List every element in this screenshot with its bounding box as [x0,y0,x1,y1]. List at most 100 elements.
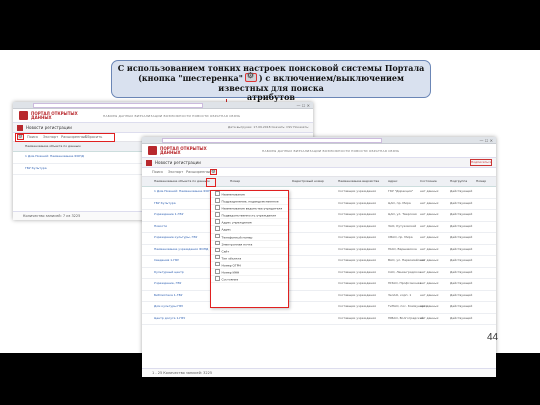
dropdown-item[interactable]: Адрес [211,226,288,234]
row-cell: поставщик учреждения [338,281,376,285]
table-row[interactable]: Сведения 1-ГБУ поставщик учреждения ВАО, у… [142,256,496,268]
row-link[interactable]: Учреждение культуры, ГБУ [154,235,214,239]
callout-line-2: (кнопка "шестеренка") с включением/выклю… [112,71,430,93]
row-cell: Действующий [450,200,473,205]
row-cell: Действующий [450,189,473,193]
footer-bar: 1 - 25 Количество записей: 3225 [142,368,496,377]
row-cell: поставщик учреждения [338,292,376,297]
dataset-icon [17,125,23,131]
row-link[interactable]: ГБУ Культура [154,201,214,205]
row-link[interactable]: Учреждение, ГБУ [154,281,214,285]
dropdown-item[interactable]: Наименование [211,191,288,199]
dropdown-item[interactable]: Адрес учреждения [211,219,288,227]
window-controls[interactable]: — ☐ ✕ [480,138,493,143]
table-row[interactable]: Дом культуры ГБУ поставщик учреждения ТиНА… [142,302,496,314]
dataset-header: Новости регистрации Дата выгрузки: 17.09… [13,123,313,133]
row-link[interactable]: 1 Дом.Нижний: Наименование ФОНД 116 [154,189,214,193]
callout-line-1: С использованием тонких настроек поисков… [117,63,425,73]
table-row[interactable]: Наименование учреждения ФОНД поставщик уч… [142,245,496,256]
toolbar-advanced[interactable]: Расширенный [186,170,212,174]
row-cell: поставщик учреждения [338,189,376,193]
portal-logo-icon[interactable] [148,146,157,155]
column-header[interactable]: Кадастровый номер [292,179,324,183]
browser-bar: — ☐ ✕ [13,102,313,109]
dropdown-item[interactable]: Сайт [211,248,288,255]
portal-header: ПОРТАЛ ОТКРЫТЫХ ДАННЫХ НАБОРЫ ДАННЫХ ВИЗУ… [13,109,313,123]
row-cell: поставщик учреждения [338,200,376,205]
dropdown-item[interactable]: Состояние [211,276,288,284]
row-cell: Действующий [450,304,473,308]
portal-logo-icon[interactable] [19,111,28,120]
gear-icon[interactable]: ⚙ [210,169,217,175]
dropdown-item[interactable]: Номер ОГРН [211,262,288,270]
highlight-toolbar [15,133,115,142]
row-cell: поставщик учреждения [338,235,376,239]
column-header[interactable]: Номер [230,179,240,183]
dropdown-item[interactable]: Подведомственность учреждения [211,212,288,220]
row-cell: Действующий [450,292,473,297]
table-row[interactable]: Учреждение культуры, ГБУ поставщик учрежд… [142,233,496,245]
dropdown-item[interactable]: Номер ИНН [211,269,288,277]
row-cell: Действующий [450,223,473,228]
table-row[interactable]: Новости поставщик учреждения ЗАО, Кутузовс… [142,222,496,233]
table-row[interactable]: 1 Дом.Нижний: Наименование ФОНД 116 поста… [142,187,496,199]
row-link[interactable]: Наименование учреждения ФОНД [154,247,214,251]
row-cell: поставщик учреждения [338,315,376,320]
table-row[interactable]: Учреждение, ГБУ поставщик учреждения ЮЗАО,… [142,279,496,291]
table-row[interactable]: Культурный центр поставщик учреждения САО,… [142,268,496,279]
table-row[interactable]: ГБУ Культура поставщик учреждения ЦАО, пр.… [142,199,496,210]
column-header[interactable]: Подгруппа [450,179,467,183]
row-link[interactable]: Учреждение 1-ГБУ [154,212,214,216]
gear-icon [244,71,257,83]
row-link[interactable]: 1 Дом.Нижний: Наименование ФОНД 116 [25,154,85,158]
column-header[interactable]: Состояние [420,179,437,183]
portal-nav[interactable]: НАБОРЫ ДАННЫХ ВИЗУАЛИЗАЦИИ ВОЗМОЖНОСТИ Н… [262,149,399,153]
dataset-title: Новости регистрации [26,125,72,130]
table-row[interactable]: Учреждение 1-ГБУ поставщик учреждения ЦАО,… [142,210,496,222]
toolbar-export[interactable]: Экспорт [168,170,183,174]
address-bar[interactable] [33,103,203,108]
row-cell: Действующий [450,315,473,320]
toolbar-search[interactable]: Поиск [152,170,163,174]
window-controls[interactable]: — ☐ ✕ [297,103,310,108]
dataset-icon [146,160,152,166]
dropdown-item[interactable]: Наименование ведомства учредителя [211,205,288,213]
portal-header: ПОРТАЛ ОТКРЫТЫХ ДАННЫХ НАБОРЫ ДАННЫХ ВИЗУ… [142,144,496,158]
row-link[interactable]: Дом культуры ГБУ [154,304,214,308]
record-count: Количество записей: 7 из 3225 [23,214,81,218]
row-link[interactable]: Центр досуга 1-ГБУ [154,316,214,320]
row-cell: поставщик учреждения [338,212,376,216]
portal-name: ПОРТАЛ ОТКРЫТЫХ ДАННЫХ [160,146,207,155]
row-link[interactable]: Культурный центр [154,270,214,274]
dropdown-item[interactable]: Телефонный номер [211,234,288,241]
dropdown-item[interactable]: Электронная почта [211,241,288,248]
page-number: 44 [487,332,499,343]
table-row[interactable]: Библиотека 1-ГБУ поставщик учреждения ЗелА… [142,291,496,302]
table-row[interactable]: Центр досуга 1-ГБУ поставщик учреждения ЮВ… [142,314,496,325]
row-cell: Действующий [450,212,473,216]
column-header[interactable]: Наименование объекта по данным [154,179,210,183]
row-link[interactable]: Сведения 1-ГБУ [154,258,214,262]
slide: С использованием тонких настроек поисков… [0,50,540,377]
dataset-title: Новости регистрации [155,160,201,165]
row-link[interactable]: Новости [154,224,214,228]
portal-nav[interactable]: НАБОРЫ ДАННЫХ ВИЗУАЛИЗАЦИИ ВОЗМОЖНОСТИ Н… [103,114,240,118]
column-settings-dropdown[interactable]: Наименование Подразделение, подведомствен… [210,190,289,308]
column-header[interactable]: Наименование объекта по данным [25,144,81,148]
row-cell: Действующий [450,258,473,262]
row-link[interactable]: ГБУ Культура [25,166,85,170]
dropdown-item[interactable]: Подразделение, подведомственное [211,198,288,206]
subscribe-button[interactable]: Подписаться [470,159,492,166]
portal-name: ПОРТАЛ ОТКРЫТЫХ ДАННЫХ [31,111,78,120]
row-cell: Действующий [450,246,473,251]
callout-box: С использованием тонких настроек поисков… [111,60,431,102]
dropdown-item[interactable]: Тип объекта [211,255,288,262]
address-bar[interactable] [162,138,382,143]
column-header[interactable]: Номер [476,179,486,183]
column-header[interactable]: Адрес [388,179,398,183]
row-cell: Действующий [450,235,473,239]
column-header[interactable]: Наименование ведомства [338,179,379,183]
row-cell: поставщик учреждения [338,304,376,308]
row-link[interactable]: Библиотека 1-ГБУ [154,293,214,297]
grid-body: 1 Дом.Нижний: Наименование ФОНД 116 поста… [142,187,496,325]
